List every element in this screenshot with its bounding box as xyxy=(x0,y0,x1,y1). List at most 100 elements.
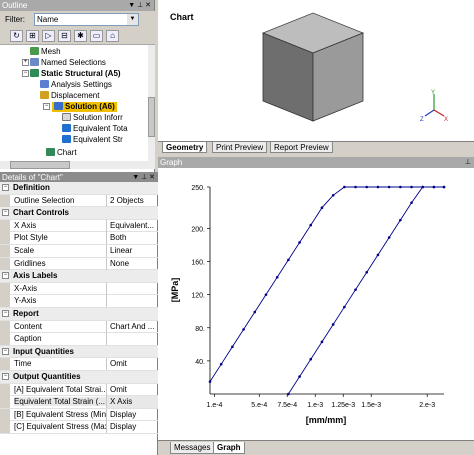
refresh-icon[interactable]: ↻ xyxy=(10,30,23,42)
tree-node-analysis-settings[interactable]: Analysis Settings xyxy=(40,80,112,90)
details-row[interactable]: Content Chart And ... xyxy=(0,320,158,334)
details-row[interactable]: Equivalent Total Strain (... X Axis xyxy=(0,396,158,409)
collapse-icon[interactable]: − xyxy=(2,209,9,217)
details-value[interactable]: Chart And ... xyxy=(106,320,158,333)
tab-print-preview[interactable]: Print Preview xyxy=(212,142,268,153)
row-gutter xyxy=(0,320,10,333)
filter-select[interactable]: Name ▼ xyxy=(34,13,139,26)
tree-node-static-structural[interactable]: Static Structural (A5) xyxy=(30,69,121,79)
series-point xyxy=(399,185,402,189)
details-row[interactable]: Plot Style Both xyxy=(0,232,158,245)
details-value[interactable]: Omit xyxy=(106,383,158,396)
y-tick-label: 200. xyxy=(191,226,205,233)
chart-view: Chart Y X Z xyxy=(158,0,474,141)
folder-icon[interactable]: ▭ xyxy=(90,30,103,42)
collapse-icon[interactable]: − xyxy=(2,184,9,191)
x-tick-label: 2.e-3 xyxy=(419,402,435,409)
outline-toolbar: ↻ ⊞ ▷ ⊟ ✱ ▭ ⌂ xyxy=(0,28,155,45)
tree-node-displacement[interactable]: Displacement xyxy=(40,91,99,101)
chevron-down-icon[interactable]: ▼ xyxy=(127,14,138,25)
details-row[interactable]: [A] Equivalent Total Strai... Omit xyxy=(0,383,158,397)
details-row[interactable]: X Axis Equivalent... xyxy=(0,219,158,233)
details-group[interactable]: − Output Quantities xyxy=(0,371,158,384)
tree-node-chart[interactable]: Chart xyxy=(46,148,77,158)
svg-text:X: X xyxy=(444,117,448,122)
row-gutter xyxy=(0,295,10,308)
details-value[interactable]: X Axis xyxy=(106,396,158,409)
tree-options-icon[interactable]: ⊟ xyxy=(58,30,71,42)
details-value[interactable]: Equivalent... xyxy=(106,219,158,232)
solution-icon xyxy=(54,102,63,110)
series-point xyxy=(242,328,245,331)
details-row[interactable]: Time Omit xyxy=(0,358,158,371)
tab-report-preview[interactable]: Report Preview xyxy=(270,142,333,153)
details-value[interactable] xyxy=(106,333,158,346)
filter-label: Filter: xyxy=(5,15,25,24)
pin-icon[interactable]: ▼ ⊥ ✕ xyxy=(128,0,151,11)
outline-vertical-scrollbar[interactable] xyxy=(148,45,155,161)
expand-toggle[interactable]: + xyxy=(22,59,29,66)
details-row[interactable]: X-Axis xyxy=(0,282,158,296)
row-gutter xyxy=(0,257,10,270)
tab-geometry[interactable]: Geometry xyxy=(162,142,208,153)
details-group[interactable]: − Chart Controls xyxy=(0,207,158,220)
series-point xyxy=(208,380,212,383)
details-value[interactable]: 2 Objects xyxy=(106,194,158,207)
details-value[interactable]: Both xyxy=(106,232,158,245)
details-group[interactable]: − Input Quantities xyxy=(0,345,158,359)
collapse-icon[interactable]: − xyxy=(2,347,9,355)
details-row[interactable]: Scale Linear xyxy=(0,245,158,258)
details-group[interactable]: − Definition xyxy=(0,182,158,195)
filter-icon[interactable]: ✱ xyxy=(74,30,87,42)
details-group[interactable]: − Axis Labels xyxy=(0,270,158,283)
details-key: Chart Controls xyxy=(13,208,69,218)
result-icon xyxy=(62,135,71,143)
details-value[interactable]: Omit xyxy=(106,358,158,371)
details-group[interactable]: − Report xyxy=(0,308,158,321)
tree-node-solution[interactable]: Solution (A6) xyxy=(52,102,117,112)
details-key: Time xyxy=(14,359,32,369)
pin-icon[interactable]: ⊥ xyxy=(465,157,471,168)
scroll-thumb[interactable] xyxy=(148,97,155,137)
static-structural-icon xyxy=(30,69,39,77)
details-value[interactable] xyxy=(106,295,158,308)
tab-messages[interactable]: Messages xyxy=(170,442,215,454)
row-gutter xyxy=(0,232,10,245)
details-value[interactable]: Display xyxy=(106,408,158,421)
details-value[interactable]: None xyxy=(106,257,158,270)
details-key: Definition xyxy=(13,183,50,192)
collapse-icon[interactable]: − xyxy=(2,272,9,280)
y-tick-label: 80. xyxy=(195,326,205,333)
details-row[interactable]: [B] Equivalent Stress (Min) Display xyxy=(0,408,158,422)
details-value[interactable]: Linear xyxy=(106,245,158,257)
tree-node-named-selections[interactable]: Named Selections xyxy=(30,58,106,68)
scroll-thumb[interactable] xyxy=(10,161,70,169)
bookmark-icon[interactable]: ⌂ xyxy=(106,30,119,42)
details-row[interactable]: Outline Selection 2 Objects xyxy=(0,194,158,208)
tree-node-solution-information[interactable]: Solution Inforr xyxy=(62,113,123,123)
collapse-icon[interactable]: − xyxy=(2,310,9,317)
details-title: Details of "Chart" xyxy=(2,173,63,182)
svg-text:Z: Z xyxy=(420,117,424,122)
tab-graph[interactable]: Graph xyxy=(213,442,245,454)
details-key: [A] Equivalent Total Strai... xyxy=(14,384,106,394)
details-row[interactable]: [C] Equivalent Stress (Max) Display xyxy=(0,421,158,434)
series-point xyxy=(331,323,335,326)
details-row[interactable]: Gridlines None xyxy=(0,257,158,271)
collapse-icon[interactable]: − xyxy=(2,373,9,380)
tree-node-equivalent-total-strain[interactable]: Equivalent Tota xyxy=(62,124,128,134)
details-key: Outline Selection xyxy=(14,195,75,205)
details-value[interactable] xyxy=(106,282,158,295)
x-axis-label: [mm/mm] xyxy=(306,415,347,425)
outline-horizontal-scrollbar[interactable] xyxy=(0,161,155,169)
tree-node-mesh[interactable]: Mesh xyxy=(30,47,61,57)
details-key: Equivalent Total Strain (... xyxy=(14,397,106,407)
collapse-toggle[interactable]: − xyxy=(43,103,50,110)
details-row[interactable]: Y-Axis xyxy=(0,295,158,308)
collapse-toggle[interactable]: − xyxy=(22,70,29,77)
details-row[interactable]: Caption xyxy=(0,333,158,346)
tree-node-equivalent-stress[interactable]: Equivalent Str xyxy=(62,135,123,145)
details-value[interactable]: Display xyxy=(106,421,158,434)
collapse-icon[interactable]: ▷ xyxy=(42,30,55,42)
expand-icon[interactable]: ⊞ xyxy=(26,30,39,42)
